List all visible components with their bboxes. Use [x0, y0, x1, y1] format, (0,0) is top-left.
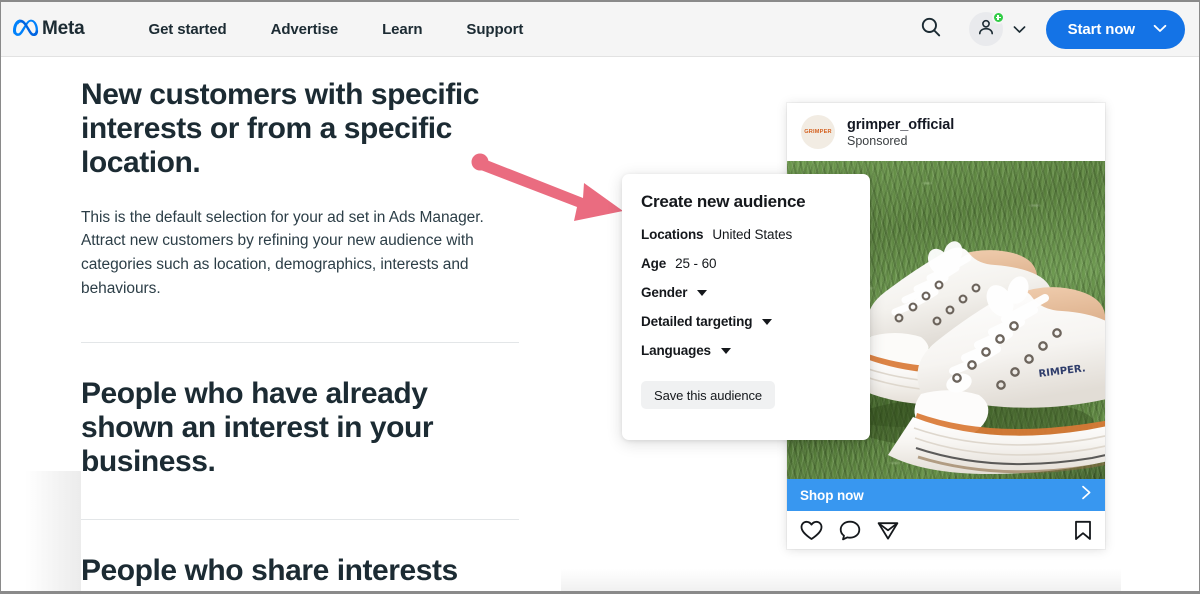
- caret-down-icon[interactable]: [762, 318, 773, 325]
- chevron-down-icon: [1153, 20, 1167, 38]
- meta-infinity-logo-icon: .: [13, 18, 39, 41]
- field-row-age[interactable]: Age 25 - 60: [641, 256, 851, 271]
- person-icon: [977, 18, 995, 41]
- search-icon: [920, 16, 942, 43]
- nav-item-advertise[interactable]: Advertise: [249, 13, 360, 46]
- bookmark-icon[interactable]: [1074, 520, 1092, 541]
- field-value: 25 - 60: [675, 256, 717, 271]
- field-row-locations[interactable]: Locations United States: [641, 227, 851, 242]
- avatar[interactable]: GRIMPER: [801, 115, 835, 149]
- instagram-action-bar: [787, 511, 1105, 549]
- section-headline-1: New customers with specific interests or…: [81, 78, 479, 179]
- shop-now-cta[interactable]: Shop now: [787, 479, 1105, 511]
- nav-item-learn[interactable]: Learn: [360, 13, 444, 46]
- start-now-button[interactable]: Start now: [1045, 9, 1185, 49]
- create-audience-panel: Create new audience Locations United Sta…: [622, 174, 870, 440]
- chevron-right-icon: [1081, 485, 1092, 505]
- search-button[interactable]: [911, 9, 951, 49]
- field-row-languages[interactable]: Languages: [641, 343, 851, 358]
- field-label: Age: [641, 256, 667, 271]
- sponsored-label: Sponsored: [847, 133, 908, 148]
- comment-bubble-icon[interactable]: [839, 520, 861, 541]
- share-paper-plane-icon[interactable]: [877, 520, 899, 541]
- panel-title: Create new audience: [641, 192, 806, 211]
- field-label: Languages: [641, 343, 711, 358]
- caret-down-icon[interactable]: [720, 347, 731, 354]
- instagram-post-meta: grimper_official Sponsored: [847, 117, 954, 148]
- section-body-1: This is the default selection for your a…: [81, 208, 484, 297]
- divider: [81, 519, 519, 521]
- instagram-username[interactable]: grimper_official: [847, 117, 954, 133]
- avatar: [968, 11, 1005, 46]
- heart-icon[interactable]: [800, 520, 823, 541]
- field-label: Locations: [641, 227, 704, 242]
- field-row-gender[interactable]: Gender: [641, 285, 851, 300]
- field-label: Gender: [641, 285, 688, 300]
- browser-viewport: . Meta Get started Advertise Learn Suppo…: [0, 0, 1200, 594]
- plus-badge-icon: [991, 11, 1005, 24]
- shop-now-label: Shop now: [800, 487, 864, 503]
- field-label: Detailed targeting: [641, 314, 753, 329]
- chevron-down-icon: [1013, 25, 1026, 34]
- divider: [81, 342, 519, 344]
- nav-item-support[interactable]: Support: [444, 13, 545, 46]
- brand-wordmark: Meta: [42, 18, 85, 39]
- site-header: . Meta Get started Advertise Learn Suppo…: [1, 2, 1199, 57]
- section-headline-3: People who share interests with your cur…: [81, 554, 458, 591]
- field-value: United States: [712, 227, 793, 242]
- meta-logo[interactable]: . Meta: [13, 18, 85, 41]
- instagram-post-header: GRIMPER grimper_official Sponsored: [787, 103, 1105, 161]
- account-menu-button[interactable]: [968, 11, 1026, 46]
- start-now-label: Start now: [1067, 20, 1136, 38]
- field-row-detailed-targeting[interactable]: Detailed targeting: [641, 314, 851, 329]
- main-nav: Get started Advertise Learn Support: [127, 13, 546, 46]
- avatar-brand-text: GRIMPER: [804, 129, 832, 135]
- nav-item-get-started[interactable]: Get started: [127, 13, 249, 46]
- section-headline-2: People who have already shown an interes…: [81, 377, 434, 479]
- save-this-audience-button[interactable]: Save this audience: [641, 381, 776, 409]
- header-actions: Start now: [911, 9, 1185, 49]
- article-column: New customers with specific interests or…: [1, 57, 561, 591]
- caret-down-icon[interactable]: [697, 289, 708, 296]
